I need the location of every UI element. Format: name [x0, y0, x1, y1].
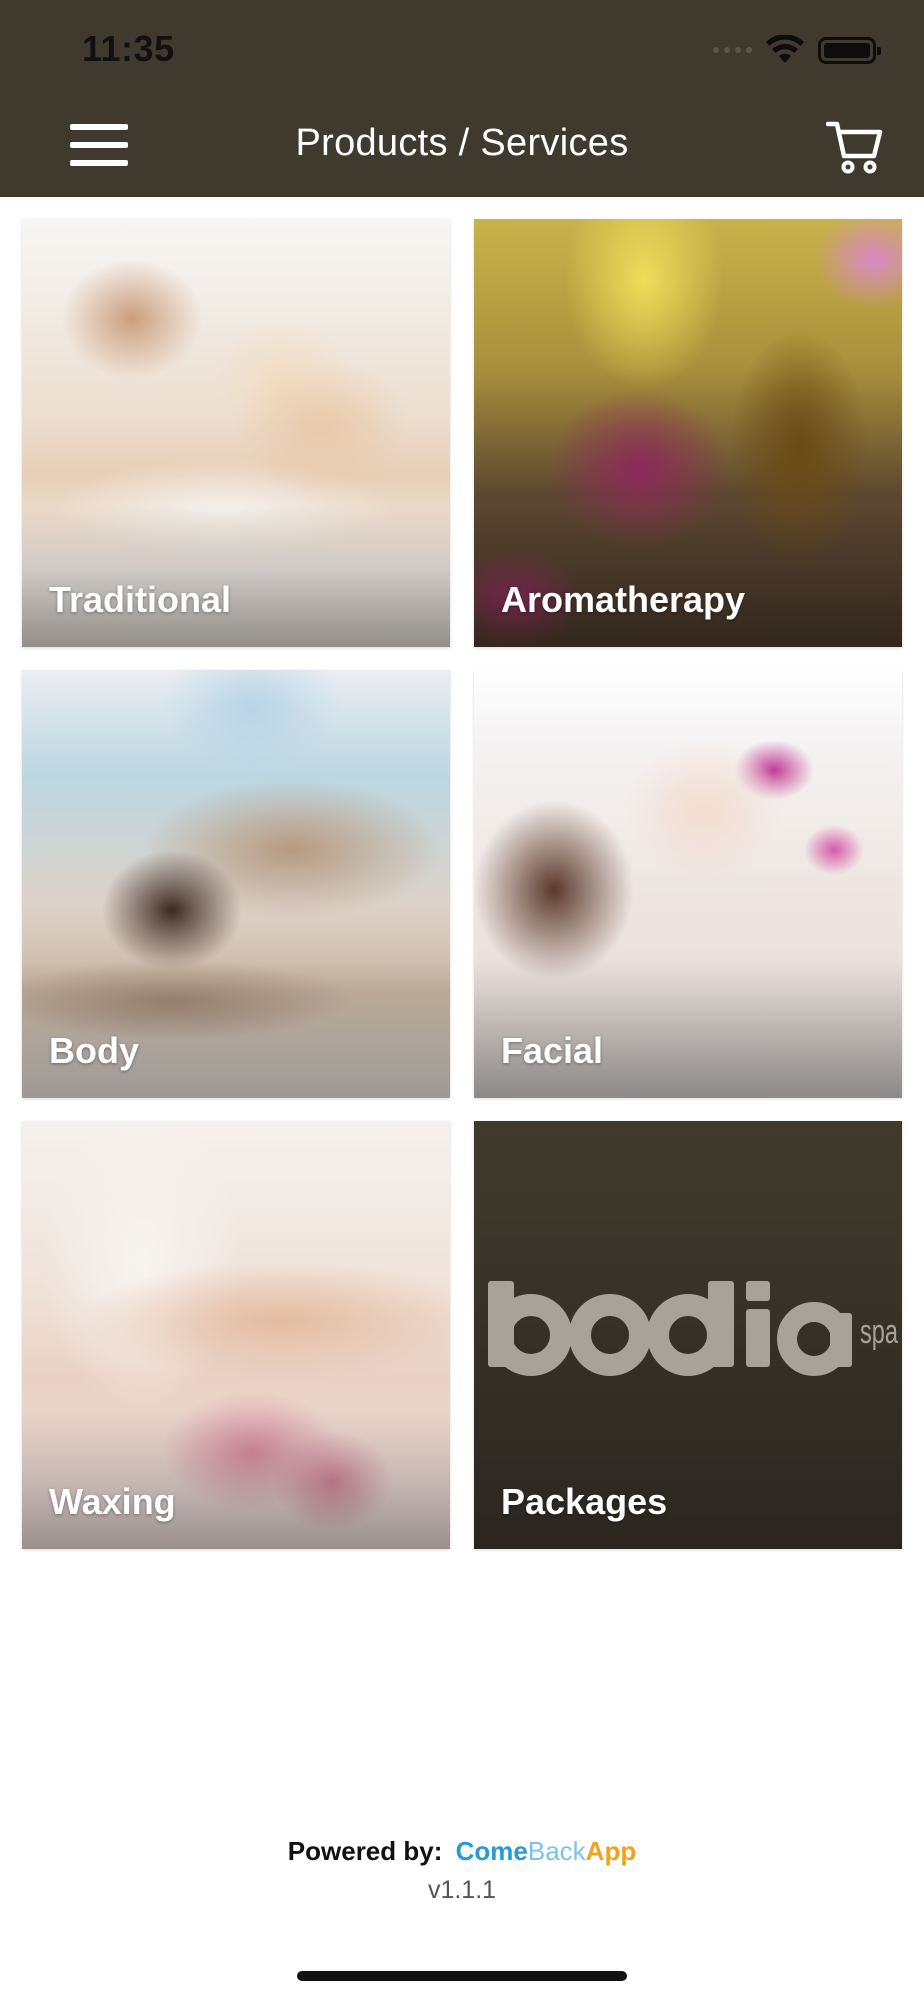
app-version: v1.1.1: [427, 1876, 497, 1904]
shopping-cart-icon[interactable]: [826, 118, 884, 174]
home-indicator: [297, 1971, 627, 1981]
powered-by-label: Powered by:: [287, 1836, 443, 1866]
page-title: Products / Services: [295, 122, 629, 164]
tile-label: Facial: [501, 1030, 604, 1071]
category-grid: Traditional Aromatherapy Body Facial Wax…: [22, 219, 902, 1549]
svg-text:spa: spa: [860, 1313, 898, 1351]
tile-body[interactable]: Body: [22, 670, 450, 1098]
comebackapp-link[interactable]: ComeBackApp: [456, 1836, 637, 1866]
tile-label: Aromatherapy: [501, 579, 746, 620]
battery-icon: [818, 36, 881, 64]
tile-facial[interactable]: Facial: [474, 670, 902, 1098]
signal-dots-icon: [713, 47, 752, 53]
tile-label: Traditional: [49, 579, 232, 620]
tile-label: Waxing: [49, 1481, 176, 1522]
tile-traditional[interactable]: Traditional: [22, 219, 450, 647]
tile-label: Body: [49, 1030, 139, 1071]
app-header: 11:35 Products / Services: [0, 0, 924, 197]
tile-aromatherapy[interactable]: Aromatherapy: [474, 219, 902, 647]
tile-label: Packages: [501, 1481, 668, 1522]
status-time: 11:35: [82, 28, 175, 69]
status-icons: [713, 32, 881, 68]
bodia-spa-logo: spa: [488, 1281, 898, 1376]
tile-packages[interactable]: spa Packages: [474, 1121, 902, 1549]
tile-waxing[interactable]: Waxing: [22, 1121, 450, 1549]
wifi-icon: [766, 35, 804, 63]
powered-by: Powered by: ComeBackApp: [0, 1836, 924, 1867]
